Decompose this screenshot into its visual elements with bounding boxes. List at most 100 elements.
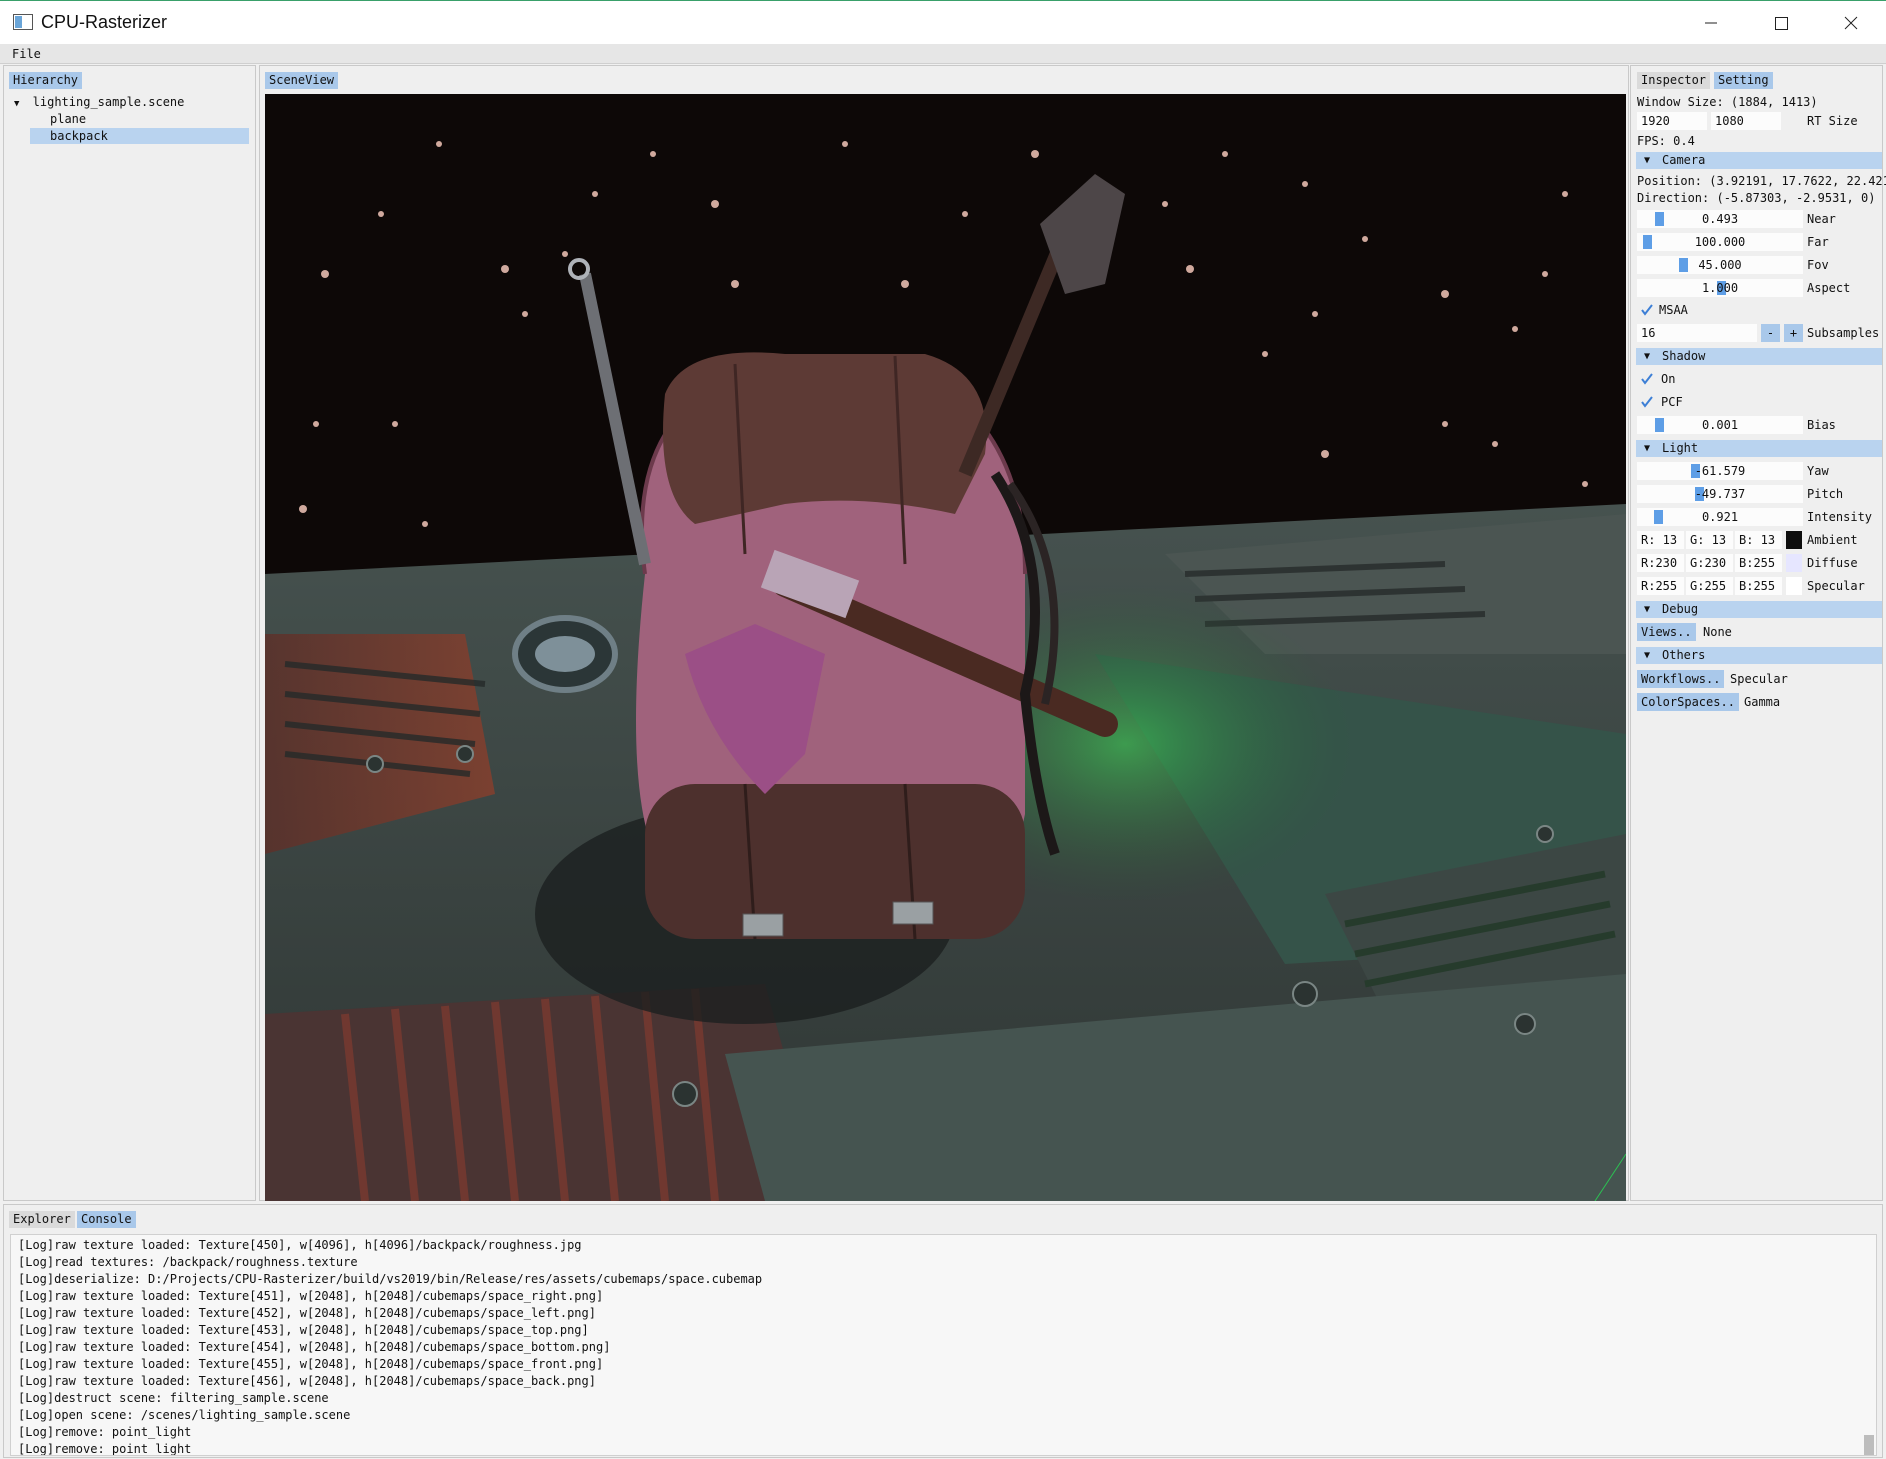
slider-grab[interactable]: [1643, 235, 1653, 249]
colorspaces-value: Gamma: [1744, 695, 1781, 709]
far-slider[interactable]: 100.000: [1637, 233, 1803, 251]
ambient-color-swatch[interactable]: [1786, 531, 1802, 549]
log-line: [Log]remove: point_light: [18, 1442, 192, 1456]
tab-console[interactable]: Console: [77, 1211, 136, 1228]
console-scrollbar[interactable]: [1864, 1435, 1874, 1455]
collapse-arrow-icon: ▼: [1644, 351, 1651, 362]
hierarchy-panel: [3, 65, 256, 1201]
shadow-on-label: On: [1661, 372, 1676, 386]
expand-arrow-icon: ▼: [14, 99, 20, 109]
fov-label: Fov: [1807, 258, 1829, 272]
pitch-slider[interactable]: -49.737: [1637, 485, 1803, 503]
subsamples-plus-button[interactable]: +: [1784, 324, 1803, 342]
slider-grab[interactable]: [1678, 258, 1688, 272]
tab-setting[interactable]: Setting: [1714, 72, 1773, 89]
rt-size-label: RT Size: [1807, 114, 1858, 128]
near-slider[interactable]: 0.493: [1637, 210, 1803, 228]
close-icon: [1844, 16, 1858, 30]
maximize-button[interactable]: [1746, 1, 1816, 45]
log-line: [Log]raw texture loaded: Texture[455], w…: [18, 1357, 604, 1371]
subsamples-label: Subsamples: [1807, 326, 1880, 340]
specular-r-input[interactable]: R:255: [1637, 577, 1684, 595]
scene-viewport[interactable]: [265, 94, 1626, 1201]
intensity-label: Intensity: [1807, 510, 1873, 524]
window-title: CPU-Rasterizer: [41, 12, 168, 32]
log-line: [Log]raw texture loaded: Texture[454], w…: [18, 1340, 611, 1354]
views-value: None: [1703, 625, 1732, 639]
tab-inspector[interactable]: Inspector: [1637, 72, 1711, 89]
diffuse-label: Diffuse: [1807, 556, 1858, 570]
diffuse-g-input[interactable]: G:230: [1686, 554, 1733, 572]
tab-scene-view[interactable]: SceneView: [265, 72, 339, 89]
camera-direction-text: Direction: (-5.87303, -2.9531, 0): [1637, 191, 1876, 205]
diffuse-b-input[interactable]: B:255: [1735, 554, 1782, 572]
ambient-g-input[interactable]: G: 13: [1686, 531, 1733, 549]
subsamples-input[interactable]: 16: [1637, 324, 1757, 342]
shadow-on-checkbox[interactable]: [1640, 372, 1654, 386]
bias-label: Bias: [1807, 418, 1836, 432]
specular-color-swatch[interactable]: [1786, 577, 1802, 595]
msaa-label: MSAA: [1659, 303, 1688, 317]
yaw-slider[interactable]: -61.579: [1637, 462, 1803, 480]
pitch-label: Pitch: [1807, 487, 1844, 501]
tab-hierarchy[interactable]: Hierarchy: [9, 72, 83, 89]
specular-g-input[interactable]: G:255: [1686, 577, 1733, 595]
camera-position-text: Position: (3.92191, 17.7622, 22.421: [1637, 174, 1886, 188]
shadow-header[interactable]: ▼ Shadow: [1636, 348, 1882, 365]
workflows-value: Specular: [1730, 672, 1788, 686]
aspect-slider[interactable]: 1.000: [1637, 279, 1803, 297]
intensity-slider[interactable]: 0.921: [1637, 508, 1803, 526]
fov-slider[interactable]: 45.000: [1637, 256, 1803, 274]
scene-render: [265, 94, 1626, 1201]
diffuse-color-swatch[interactable]: [1786, 554, 1802, 572]
yaw-label: Yaw: [1807, 464, 1829, 478]
far-label: Far: [1807, 235, 1829, 249]
log-line: [Log]raw texture loaded: Texture[453], w…: [18, 1323, 589, 1337]
log-line: [Log]read textures: /backpack/roughness.…: [18, 1255, 358, 1269]
slider-grab[interactable]: [1655, 212, 1665, 226]
maximize-icon: [1775, 17, 1788, 30]
light-header[interactable]: ▼ Light: [1636, 440, 1882, 457]
slider-grab[interactable]: [1655, 418, 1665, 432]
rt-width-input[interactable]: 1920: [1637, 112, 1707, 130]
tree-item-plane[interactable]: plane: [30, 111, 249, 127]
pcf-label: PCF: [1661, 395, 1683, 409]
tree-root[interactable]: ▼ lighting_sample.scene: [14, 94, 184, 110]
diffuse-r-input[interactable]: R:230: [1637, 554, 1684, 572]
others-header[interactable]: ▼ Others: [1636, 647, 1882, 664]
camera-header[interactable]: ▼ Camera: [1636, 152, 1882, 169]
minimize-icon: [1705, 22, 1717, 24]
tree-item-backpack[interactable]: backpack: [30, 128, 249, 144]
close-button[interactable]: [1816, 1, 1886, 45]
log-line: [Log]remove: point_light: [18, 1425, 192, 1439]
menu-bar: File: [0, 44, 1886, 64]
aspect-label: Aspect: [1807, 281, 1851, 295]
debug-header[interactable]: ▼ Debug: [1636, 601, 1882, 618]
rt-height-input[interactable]: 1080: [1711, 112, 1781, 130]
log-line: [Log]deserialize: D:/Projects/CPU-Raster…: [18, 1272, 763, 1286]
ambient-r-input[interactable]: R: 13: [1637, 531, 1684, 549]
msaa-checkbox[interactable]: [1640, 303, 1654, 317]
pcf-checkbox[interactable]: [1640, 395, 1654, 409]
specular-b-input[interactable]: B:255: [1735, 577, 1782, 595]
subsamples-minus-button[interactable]: -: [1761, 324, 1780, 342]
tab-explorer[interactable]: Explorer: [9, 1211, 75, 1228]
collapse-arrow-icon: ▼: [1644, 650, 1651, 661]
specular-label: Specular: [1807, 579, 1865, 593]
slider-grab[interactable]: [1653, 510, 1663, 524]
colorspaces-button[interactable]: ColorSpaces..: [1637, 693, 1739, 711]
minimize-button[interactable]: [1676, 1, 1746, 45]
menu-file[interactable]: File: [12, 47, 41, 61]
views-button[interactable]: Views..: [1637, 623, 1696, 641]
workflows-button[interactable]: Workflows..: [1637, 670, 1725, 688]
title-bar: CPU-Rasterizer: [0, 0, 1886, 44]
log-line: [Log]open scene: /scenes/lighting_sample…: [18, 1408, 351, 1422]
bias-slider[interactable]: 0.001: [1637, 416, 1803, 434]
ambient-b-input[interactable]: B: 13: [1735, 531, 1782, 549]
near-label: Near: [1807, 212, 1836, 226]
app-icon: [13, 14, 33, 30]
log-line: [Log]raw texture loaded: Texture[456], w…: [18, 1374, 596, 1388]
fps-text: FPS: 0.4: [1637, 134, 1695, 148]
console-log[interactable]: [Log]raw texture loaded: Texture[450], w…: [10, 1234, 1877, 1456]
log-line: [Log]raw texture loaded: Texture[450], w…: [18, 1238, 582, 1252]
